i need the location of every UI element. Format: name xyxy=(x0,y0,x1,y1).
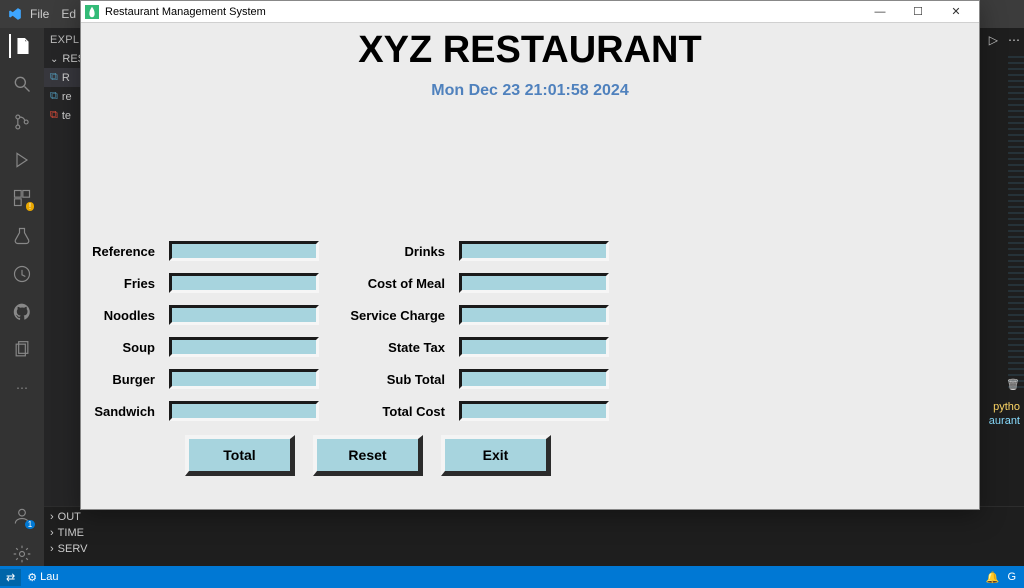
activity-copy-icon[interactable] xyxy=(10,338,34,362)
activity-explorer-icon[interactable] xyxy=(9,34,33,58)
input-total-cost[interactable] xyxy=(459,401,609,421)
trash-icon[interactable]: 🗑 xyxy=(1006,379,1020,391)
vscode-logo-icon xyxy=(8,7,22,21)
label-sandwich: Sandwich xyxy=(89,404,159,419)
input-service-charge[interactable] xyxy=(459,305,609,325)
status-left-text: Lau xyxy=(40,571,58,583)
activity-account-icon[interactable]: 1 xyxy=(10,504,34,528)
explorer-sidebar: EXPL ⌄REST ⧉R ⧉re ⧉te xyxy=(44,28,84,566)
label-cost-of-meal: Cost of Meal xyxy=(329,276,449,291)
file-row-r[interactable]: ⧉R xyxy=(44,68,84,87)
activity-search-icon[interactable] xyxy=(10,72,34,96)
tkinter-window-title: Restaurant Management System xyxy=(105,6,266,18)
status-notification-icon[interactable]: 🔔 xyxy=(986,571,1000,584)
file-row-re[interactable]: ⧉re xyxy=(44,87,84,106)
label-state-tax: State Tax xyxy=(329,340,449,355)
more-icon[interactable]: ⋯ xyxy=(1008,33,1020,47)
window-minimize-icon[interactable]: — xyxy=(861,1,899,22)
tkinter-window: Restaurant Management System — ☐ ✕ XYZ R… xyxy=(80,0,980,510)
explorer-title: EXPL xyxy=(44,28,84,50)
minimap[interactable] xyxy=(1008,56,1024,388)
folder-row[interactable]: ⌄REST xyxy=(44,50,84,68)
servers-header[interactable]: ›SERV xyxy=(48,541,1020,557)
remote-indicator-icon[interactable]: ⇄ xyxy=(0,569,21,586)
tk-app-icon xyxy=(85,5,99,19)
input-soup[interactable] xyxy=(169,337,319,357)
input-noodles[interactable] xyxy=(169,305,319,325)
datetime-label: Mon Dec 23 21:01:58 2024 xyxy=(81,82,979,100)
activity-more-icon[interactable]: ⋯ xyxy=(10,376,34,400)
input-burger[interactable] xyxy=(169,369,319,389)
activity-github-icon[interactable] xyxy=(10,300,34,324)
status-connection-icon[interactable]: ⚙ xyxy=(27,571,37,584)
label-drinks: Drinks xyxy=(329,244,449,259)
run-dropdown-icon[interactable]: ▷ xyxy=(989,33,998,47)
activity-testing-icon[interactable] xyxy=(10,224,34,248)
label-noodles: Noodles xyxy=(89,308,159,323)
input-reference[interactable] xyxy=(169,241,319,261)
label-fries: Fries xyxy=(89,276,159,291)
activity-timeline-icon[interactable] xyxy=(10,262,34,286)
tkinter-titlebar: Restaurant Management System — ☐ ✕ xyxy=(81,1,979,23)
total-button[interactable]: Total xyxy=(185,435,295,476)
terminal-peek: 🗑 pytho aurant xyxy=(980,378,1020,428)
label-service-charge: Service Charge xyxy=(329,308,449,323)
form-area: Reference Drinks Fries Cost of Meal Nood… xyxy=(81,241,979,476)
label-reference: Reference xyxy=(89,244,159,259)
timeline-header[interactable]: ›TIME xyxy=(48,525,1020,541)
status-right-text: G xyxy=(1007,571,1016,583)
activity-scm-icon[interactable] xyxy=(10,110,34,134)
outline-header[interactable]: ›OUT xyxy=(48,509,1020,525)
window-close-icon[interactable]: ✕ xyxy=(937,1,975,22)
input-cost-of-meal[interactable] xyxy=(459,273,609,293)
restaurant-title: XYZ RESTAURANT xyxy=(81,29,979,72)
label-soup: Soup xyxy=(89,340,159,355)
exit-button[interactable]: Exit xyxy=(441,435,551,476)
label-burger: Burger xyxy=(89,372,159,387)
input-sub-total[interactable] xyxy=(459,369,609,389)
input-sandwich[interactable] xyxy=(169,401,319,421)
menu-edit[interactable]: Ed xyxy=(61,7,76,21)
activity-run-icon[interactable] xyxy=(10,148,34,172)
reset-button[interactable]: Reset xyxy=(313,435,423,476)
status-bar: ⇄ ⚙ Lau 🔔 G xyxy=(0,566,1024,588)
input-fries[interactable] xyxy=(169,273,319,293)
input-drinks[interactable] xyxy=(459,241,609,261)
input-state-tax[interactable] xyxy=(459,337,609,357)
activity-settings-icon[interactable] xyxy=(10,542,34,566)
activity-bar: ! ⋯ 1 xyxy=(0,28,44,566)
outline-panel: ›OUT ›TIME ›SERV xyxy=(44,506,1024,566)
label-total-cost: Total Cost xyxy=(329,404,449,419)
window-maximize-icon[interactable]: ☐ xyxy=(899,1,937,22)
activity-extensions-icon[interactable]: ! xyxy=(10,186,34,210)
editor-tab-actions: ▷ ⋯ xyxy=(989,28,1020,52)
label-sub-total: Sub Total xyxy=(329,372,449,387)
menu-file[interactable]: File xyxy=(30,7,49,21)
file-row-te[interactable]: ⧉te xyxy=(44,106,84,125)
